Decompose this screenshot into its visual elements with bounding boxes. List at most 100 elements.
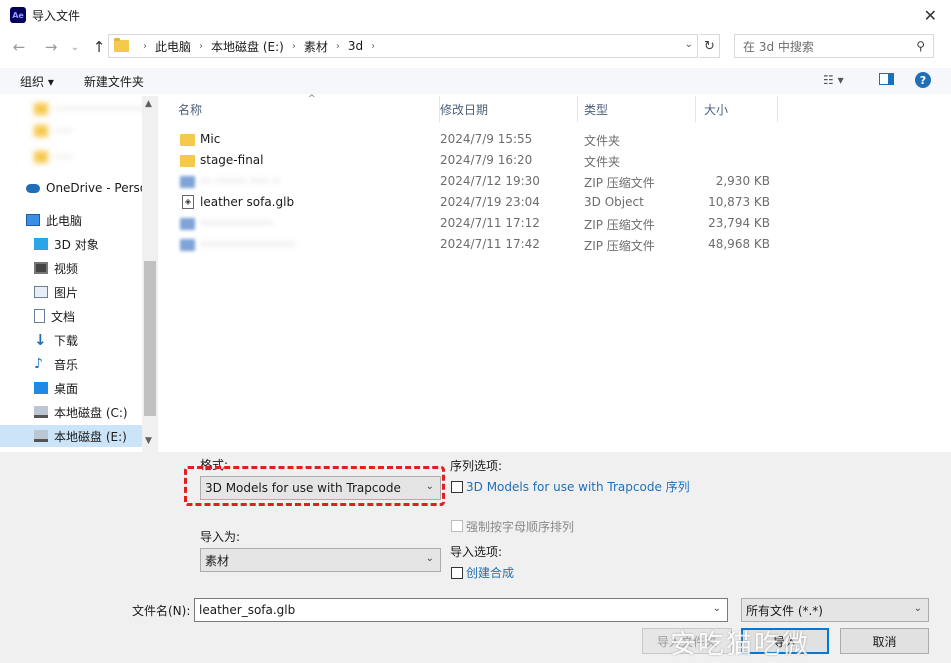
filename-label: 文件名(N):	[132, 604, 191, 618]
table-row[interactable]: ························· 2024/7/11 17:4…	[160, 234, 780, 255]
breadcrumb-item[interactable]: 此电脑	[155, 38, 191, 55]
breadcrumb-item[interactable]: 3d	[348, 39, 363, 53]
column-header-size[interactable]: 大小	[696, 96, 778, 122]
chevron-down-icon[interactable]: ⌄	[685, 39, 693, 50]
import-as-label: 导入为:	[200, 530, 241, 544]
sequence-checkbox[interactable]	[451, 481, 463, 493]
chevron-down-icon: ⌄	[425, 553, 434, 564]
chevron-right-icon: ›	[291, 40, 296, 52]
desktop-icon	[34, 382, 48, 394]
new-folder-button[interactable]: 新建文件夹	[84, 73, 144, 90]
recent-chevron-icon[interactable]: ⌄	[64, 42, 86, 53]
title-bar: Ae 导入文件 ✕	[0, 0, 951, 30]
search-input[interactable]: 在 3d 中搜索 ⚲	[734, 34, 934, 58]
drive-icon	[34, 406, 48, 418]
chevron-down-icon: ⌄	[913, 603, 922, 614]
zip-archive-icon	[180, 176, 195, 188]
alpha-sort-label: 强制按字母顺序排列	[466, 520, 575, 534]
scrollbar-thumb[interactable]	[144, 261, 156, 416]
folder-icon	[34, 103, 48, 115]
sidebar-scrollbar[interactable]: ▲ ▼	[142, 96, 158, 452]
scroll-down-icon[interactable]: ▼	[145, 436, 152, 446]
chevron-right-icon: ›	[335, 40, 340, 52]
sidebar-item-drive-c[interactable]: 本地磁盘 (C:)	[0, 401, 142, 423]
up-arrow-icon[interactable]: ↑	[88, 38, 110, 56]
column-header-name[interactable]: 名称 ^	[170, 94, 440, 122]
music-note-icon: ♪	[34, 356, 43, 372]
sidebar-item-onedrive[interactable]: OneDrive - Perso	[0, 177, 147, 199]
cancel-button[interactable]: 取消	[840, 628, 929, 654]
create-composition-label[interactable]: 创建合成	[466, 564, 514, 581]
navigation-pane: ··························· ····· ····· …	[0, 96, 158, 452]
table-row[interactable]: ··· ········ ····· ·· 2024/7/12 19:30 ZI…	[160, 171, 780, 192]
sort-up-icon: ^	[308, 94, 316, 104]
sidebar-item-3d-objects[interactable]: 3D 对象	[0, 233, 142, 255]
annotation-highlight-box	[184, 466, 445, 506]
sequence-options-label: 序列选项:	[450, 459, 503, 473]
import-options-panel: 格式: 3D Models for use with Trapcode ⌄ 导入…	[0, 452, 951, 663]
chevron-right-icon: ›	[143, 40, 147, 52]
search-placeholder: 在 3d 中搜索	[743, 39, 814, 54]
column-header-date[interactable]: 修改日期	[432, 96, 578, 122]
file-list: 名称 ^ 修改日期 类型 大小 Mic 2024/7/9 15:55 文件夹 s…	[160, 94, 951, 452]
scroll-up-icon[interactable]: ▲	[145, 99, 152, 109]
document-icon	[34, 309, 45, 323]
folder-icon	[180, 134, 195, 146]
import-options-label: 导入选项:	[450, 545, 503, 559]
navigation-bar: ← → ⌄ ↑ › 此电脑 › 本地磁盘 (E:) › 素材 › 3d › ⌄ …	[0, 32, 951, 62]
sidebar-item-downloads[interactable]: ↓ 下载	[0, 329, 142, 351]
zip-archive-icon	[180, 218, 195, 230]
table-row[interactable]: ◈ leather sofa.glb 2024/7/19 23:04 3D Ob…	[160, 192, 780, 213]
sidebar-item-blurred[interactable]: ···························	[0, 98, 157, 120]
picture-icon	[34, 286, 48, 298]
import-as-select[interactable]: 素材 ⌄	[200, 548, 441, 572]
computer-icon	[26, 214, 40, 226]
table-row[interactable]: ··················· 2024/7/11 17:12 ZIP …	[160, 213, 780, 234]
cube-icon	[34, 238, 48, 250]
search-icon: ⚲	[916, 39, 925, 53]
breadcrumb-item[interactable]: 素材	[304, 38, 328, 55]
help-icon[interactable]: ?	[915, 72, 931, 88]
zip-archive-icon	[180, 239, 195, 251]
film-icon	[34, 262, 48, 274]
column-header-type[interactable]: 类型	[576, 96, 696, 122]
sidebar-item-documents[interactable]: 文档	[0, 305, 142, 327]
preview-pane-icon[interactable]	[879, 73, 894, 85]
organize-button[interactable]: 组织 ▾	[20, 73, 54, 90]
table-row[interactable]: Mic 2024/7/9 15:55 文件夹	[160, 129, 780, 150]
alpha-sort-checkbox[interactable]	[451, 520, 463, 532]
sidebar-item-blurred[interactable]: ·····	[0, 120, 142, 142]
chevron-down-icon: ⌄	[712, 603, 721, 614]
chevron-right-icon: ›	[371, 40, 376, 52]
sidebar-item-pictures[interactable]: 图片	[0, 281, 142, 303]
download-arrow-icon: ↓	[34, 331, 47, 349]
close-icon[interactable]: ✕	[924, 6, 937, 25]
sidebar-item-desktop[interactable]: 桌面	[0, 377, 142, 399]
after-effects-icon: Ae	[10, 7, 26, 23]
breadcrumb-item[interactable]: 本地磁盘 (E:)	[211, 38, 284, 55]
cloud-icon	[26, 183, 40, 193]
back-arrow-icon[interactable]: ←	[8, 38, 30, 56]
file-type-filter-select[interactable]: 所有文件 (*.*) ⌄	[741, 598, 929, 622]
address-bar[interactable]: › 此电脑 › 本地磁盘 (E:) › 素材 › 3d › ⌄	[108, 34, 698, 58]
window-title: 导入文件	[32, 8, 81, 23]
sequence-checkbox-label[interactable]: 3D Models for use with Trapcode 序列	[466, 478, 690, 495]
sidebar-item-blurred[interactable]: ·····	[0, 146, 142, 168]
sidebar-item-drive-e[interactable]: 本地磁盘 (E:)	[0, 425, 142, 447]
table-row[interactable]: stage-final 2024/7/9 16:20 文件夹	[160, 150, 780, 171]
3d-object-file-icon: ◈	[182, 195, 194, 209]
folder-icon	[34, 125, 48, 137]
command-toolbar: 组织 ▾ 新建文件夹 ☷ ▾ ?	[0, 68, 951, 94]
create-composition-checkbox[interactable]	[451, 567, 463, 579]
sidebar-item-music[interactable]: ♪ 音乐	[0, 353, 142, 375]
drive-icon	[34, 430, 48, 442]
sidebar-item-videos[interactable]: 视频	[0, 257, 142, 279]
folder-icon	[114, 38, 129, 52]
filename-input[interactable]: leather_sofa.glb ⌄	[194, 598, 728, 622]
refresh-icon[interactable]: ↻	[700, 34, 720, 58]
folder-icon	[180, 155, 195, 167]
sidebar-item-this-pc[interactable]: 此电脑	[0, 209, 142, 231]
watermark-text: 安吃猫吃微	[670, 630, 811, 660]
view-options-icon[interactable]: ☷ ▾	[823, 73, 844, 87]
forward-arrow-icon[interactable]: →	[40, 38, 62, 56]
